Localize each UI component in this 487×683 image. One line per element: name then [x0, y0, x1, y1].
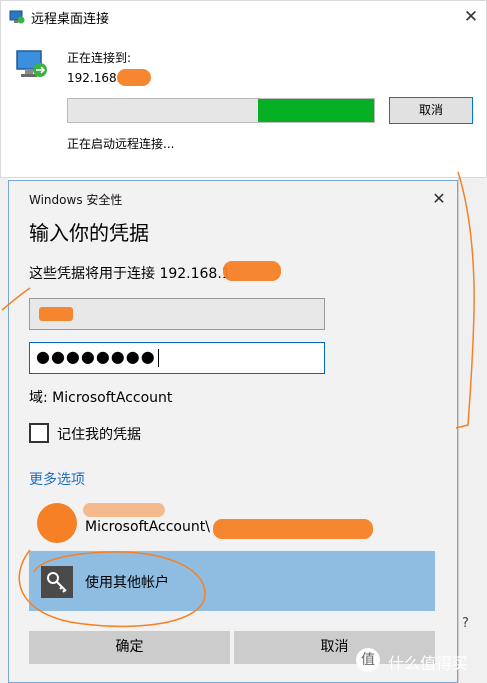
background-help-mark: ? — [462, 616, 469, 631]
key-icon — [41, 566, 73, 598]
redaction-mark — [117, 69, 151, 86]
redaction-mark — [223, 261, 281, 281]
connecting-label: 正在连接到: — [67, 51, 132, 65]
username-field[interactable] — [29, 298, 325, 330]
remote-desktop-icon — [9, 10, 25, 24]
redaction-mark — [39, 307, 73, 321]
other-account-label: 使用其他帐户 — [85, 575, 169, 591]
account-option-other[interactable]: 使用其他帐户 — [29, 551, 435, 611]
domain-label: 域: MicrosoftAccount — [29, 390, 173, 406]
redaction-mark — [213, 519, 373, 539]
remember-credentials-label: 记住我的凭据 — [57, 427, 141, 443]
avatar — [37, 503, 77, 543]
cancel-connection-button[interactable]: 取消 — [389, 97, 473, 124]
background-window-edge — [458, 178, 487, 683]
watermark-logo-icon: 值 — [356, 648, 380, 672]
remote-desktop-window: 远程桌面连接 ✕ 正在连接到: 192.168. 取消 正在启动远程连接... — [0, 0, 487, 178]
dialog-subtitle: 这些凭据将用于连接 192.168.1 — [29, 266, 231, 282]
password-field[interactable]: ●●●●●●●● — [29, 342, 325, 374]
dialog-close-button[interactable]: ✕ — [427, 187, 451, 211]
remember-credentials-checkbox[interactable] — [29, 423, 49, 443]
watermark-text: 什么值得买 — [388, 654, 469, 673]
progress-fill — [257, 99, 374, 122]
account-domain: MicrosoftAccount\ — [85, 519, 210, 535]
dialog-title: Windows 安全性 — [29, 193, 123, 207]
computer-icon — [16, 50, 47, 77]
password-mask: ●●●●●●●● — [36, 347, 156, 366]
remote-desktop-title: 远程桌面连接 — [31, 12, 110, 27]
redaction-mark — [83, 503, 165, 517]
more-options-link[interactable]: 更多选项 — [29, 469, 85, 489]
account-option-microsoft[interactable]: MicrosoftAccount\ — [29, 499, 435, 549]
site-watermark: 值 什么值得买 — [352, 648, 482, 674]
dialog-heading: 输入你的凭据 — [29, 221, 149, 245]
remote-desktop-titlebar: 远程桌面连接 ✕ — [1, 1, 487, 33]
connecting-ip: 192.168. — [67, 71, 121, 85]
connection-status: 正在启动远程连接... — [67, 137, 175, 151]
text-caret — [157, 348, 159, 367]
credentials-dialog: Windows 安全性 ✕ 输入你的凭据 这些凭据将用于连接 192.168.1… — [8, 180, 458, 683]
ok-button[interactable]: 确定 — [29, 631, 230, 664]
connection-progress-bar — [67, 98, 375, 123]
background-window-edge-left — [0, 178, 8, 683]
close-button[interactable]: ✕ — [456, 3, 486, 31]
